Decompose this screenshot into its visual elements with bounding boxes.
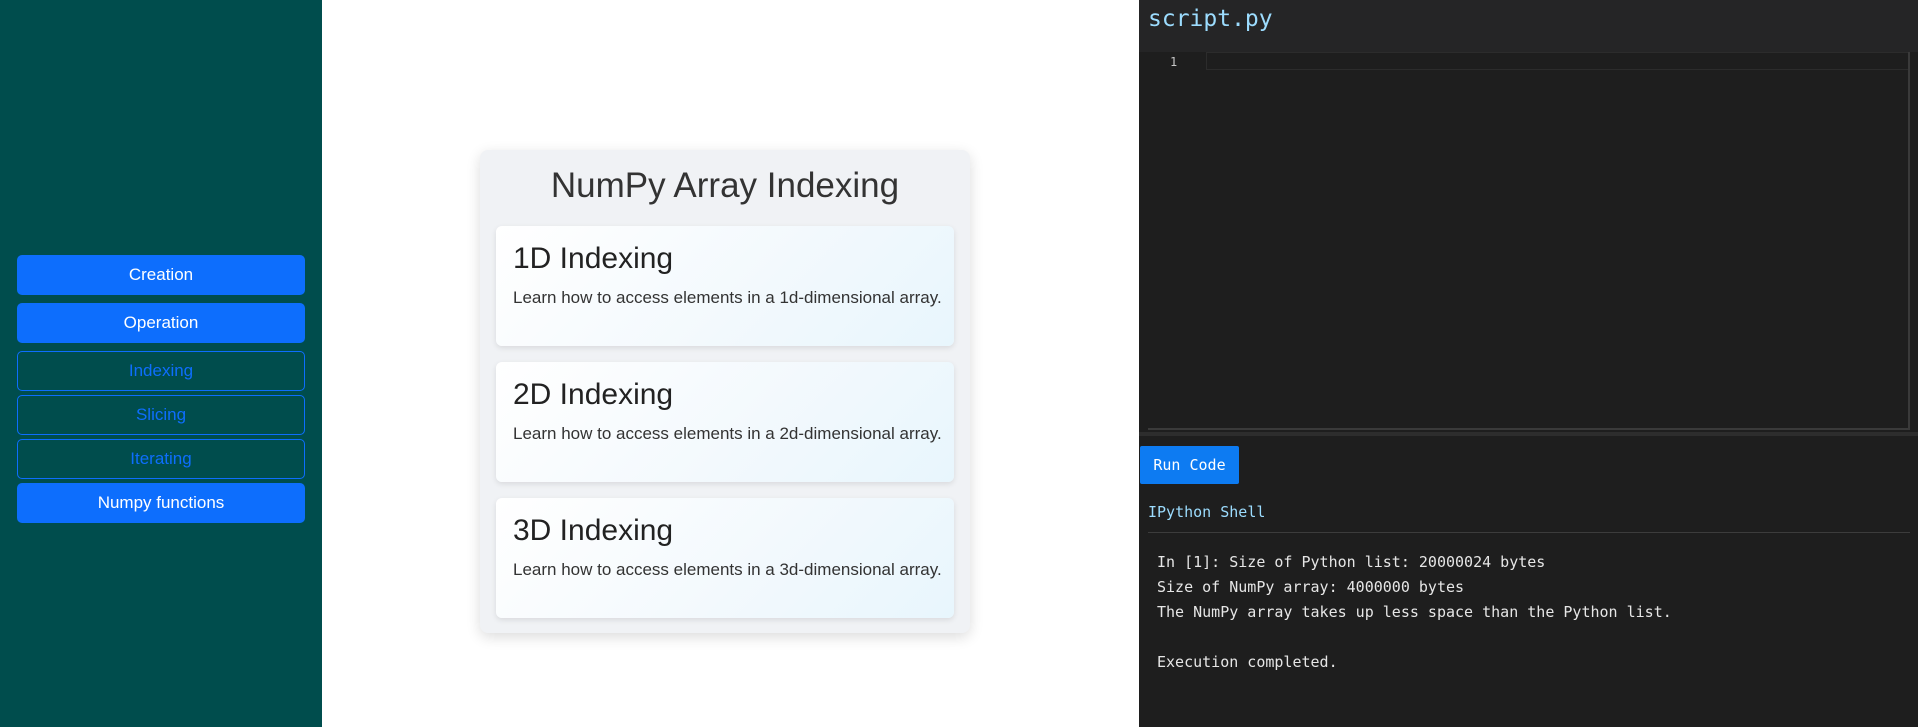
topic-card-description: Learn how to access elements in a 3d-dim…: [513, 560, 942, 579]
indexing-panel: NumPy Array Indexing 1D Indexing Learn h…: [480, 150, 970, 633]
main-content: NumPy Array Indexing 1D Indexing Learn h…: [322, 0, 1139, 727]
shell-divider: [1148, 532, 1910, 533]
ipython-shell: IPython Shell In [1]: Size of Python lis…: [1139, 492, 1918, 727]
topic-card-description: Learn how to access elements in a 1d-dim…: [513, 288, 942, 307]
editor-pane: script.py 1 Run Code IPython Shell In [1…: [1139, 0, 1918, 727]
topic-card-3d[interactable]: 3D Indexing Learn how to access elements…: [496, 498, 954, 618]
shell-title: IPython Shell: [1148, 503, 1266, 521]
editor-header: script.py: [1139, 0, 1918, 52]
creation-button[interactable]: Creation: [17, 255, 305, 295]
topic-card-2d[interactable]: 2D Indexing Learn how to access elements…: [496, 362, 954, 482]
run-code-button[interactable]: Run Code: [1140, 446, 1239, 484]
active-line-highlight: [1206, 52, 1908, 70]
code-line: 1: [1148, 52, 1910, 70]
shell-output-line: In [1]: Size of Python list: 20000024 by…: [1157, 553, 1546, 571]
shell-output-line: The NumPy array takes up less space than…: [1157, 603, 1672, 621]
numpy-functions-button[interactable]: Numpy functions: [17, 483, 305, 523]
panel-title: NumPy Array Indexing: [550, 166, 900, 205]
sidebar: Creation Operation Indexing Slicing Iter…: [0, 0, 322, 727]
topic-card-1d[interactable]: 1D Indexing Learn how to access elements…: [496, 226, 954, 346]
editor-toolbar: [1139, 432, 1918, 492]
topic-card-title: 1D Indexing: [513, 242, 674, 275]
iterating-button[interactable]: Iterating: [17, 439, 305, 479]
operation-button[interactable]: Operation: [17, 303, 305, 343]
shell-output-line: Size of NumPy array: 4000000 bytes: [1157, 578, 1465, 596]
slicing-button[interactable]: Slicing: [17, 395, 305, 435]
shell-output-line: Execution completed.: [1157, 653, 1338, 671]
topic-card-description: Learn how to access elements in a 2d-dim…: [513, 424, 942, 443]
shell-output: In [1]: Size of Python list: 20000024 by…: [1157, 550, 1672, 675]
code-editor[interactable]: 1: [1148, 52, 1910, 430]
line-number: 1: [1170, 55, 1178, 69]
topic-card-title: 2D Indexing: [513, 378, 674, 411]
topic-card-title: 3D Indexing: [513, 514, 674, 547]
file-name-tab[interactable]: script.py: [1148, 6, 1273, 32]
line-gutter: [1148, 52, 1206, 428]
indexing-button[interactable]: Indexing: [17, 351, 305, 391]
